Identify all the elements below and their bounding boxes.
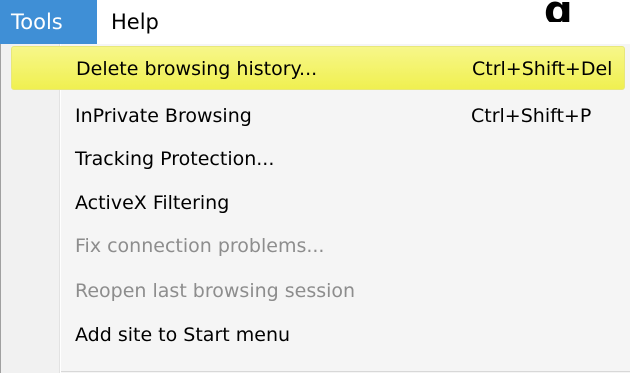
menu-item-reopen-last-session: Reopen last browsing session (11, 269, 625, 313)
menu-help[interactable]: Help (97, 0, 173, 44)
menu-item-label: Fix connection problems... (75, 235, 325, 257)
menu-item-delete-browsing-history[interactable]: Delete browsing history... Ctrl+Shift+De… (11, 46, 625, 90)
menu-item-shortcut: Ctrl+Shift+Del (472, 58, 613, 80)
partial-title-text: g (544, 0, 573, 22)
menu-item-label: Add site to Start menu (75, 324, 291, 346)
screen: Tools Help g Delete browsing history... … (0, 0, 630, 373)
menu-tools[interactable]: Tools (0, 0, 97, 44)
menu-item-label: Tracking Protection... (75, 148, 275, 170)
menu-item-activex-filtering[interactable]: ActiveX Filtering (11, 181, 625, 225)
menu-item-shortcut: Ctrl+Shift+P (471, 105, 592, 127)
menu-item-label: Reopen last browsing session (75, 280, 356, 302)
menu-item-label: ActiveX Filtering (75, 192, 230, 214)
menu-item-inprivate-browsing[interactable]: InPrivate Browsing Ctrl+Shift+P (11, 94, 625, 138)
menu-item-fix-connection-problems: Fix connection problems... (11, 224, 625, 268)
menu-item-label: Delete browsing history... (76, 58, 318, 80)
menu-bar: Tools Help g (0, 0, 630, 44)
menu-item-label: InPrivate Browsing (75, 105, 252, 127)
menu-separator (61, 371, 630, 372)
menu-item-add-site-to-start-menu[interactable]: Add site to Start menu (11, 313, 625, 357)
menu-item-tracking-protection[interactable]: Tracking Protection... (11, 137, 625, 181)
tools-dropdown-menu: Delete browsing history... Ctrl+Shift+De… (0, 44, 630, 373)
